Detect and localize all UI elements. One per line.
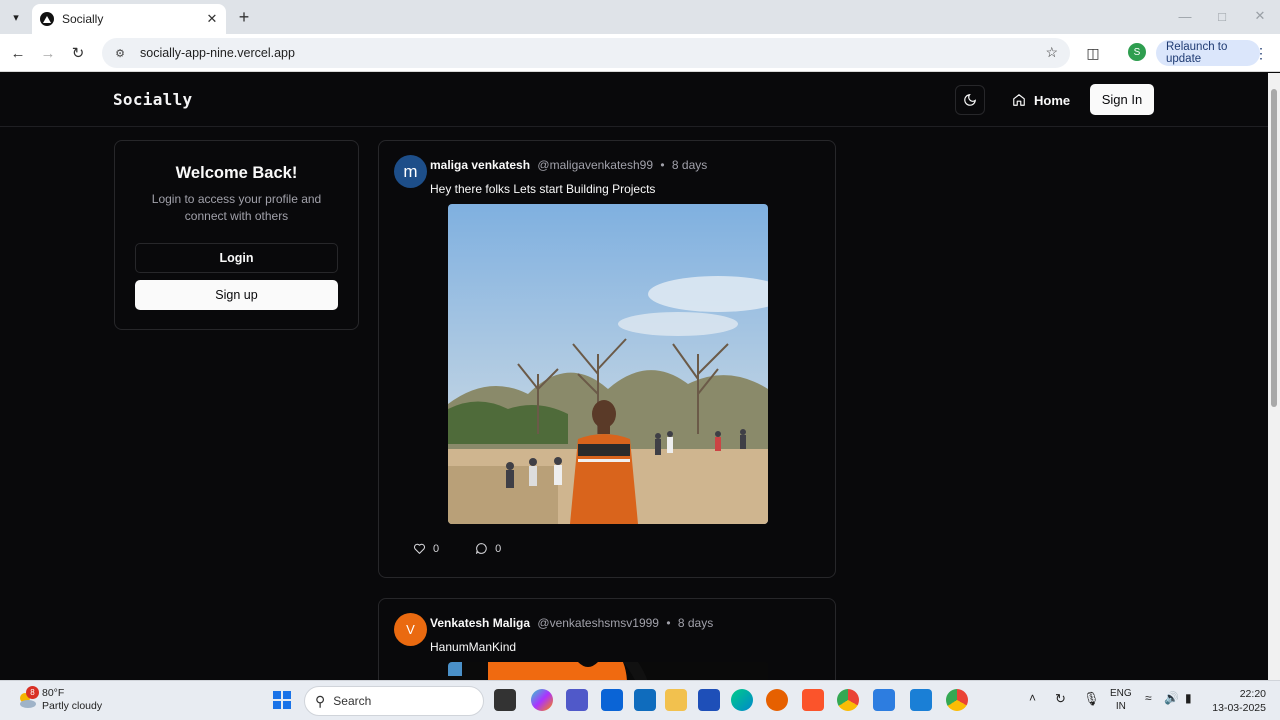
author-handle: @maligavenkatesh99 [537,158,653,172]
post-age: 8 days [677,616,714,630]
welcome-subtitle: Login to access your profile and connect… [151,192,322,223]
reload-icon[interactable]: ↻ [68,43,88,63]
weather-badge: 8 [26,686,39,699]
meta-separator: • [666,616,671,630]
url-text[interactable]: socially-app-nine.vercel.app [140,46,295,60]
l-app-icon[interactable] [698,689,720,711]
comment-button[interactable]: 0 [475,542,501,555]
heart-icon [413,543,426,554]
edge-icon[interactable] [731,689,753,711]
clock[interactable]: 22:20 13-03-2025 [1208,687,1266,715]
tab-search-dropdown-icon[interactable]: ▾ [6,7,26,27]
windows-taskbar: 8 80°F Partly cloudy ⚲ Search ˄ ↻ 🎙 ENG … [0,680,1280,720]
post-content: Hey there folks Lets start Building Proj… [430,182,656,196]
post-actions: 0 0 [413,542,537,555]
chrome-icon[interactable] [837,689,859,711]
browser-toolbar: ← → ↻ ⚙ socially-app-nine.vercel.app ☆ ◫… [0,34,1280,72]
new-tab-icon[interactable]: + [234,7,254,27]
language-indicator[interactable]: ENG IN [1110,687,1132,713]
firefox-icon[interactable] [766,689,788,711]
browser-tab-active[interactable]: Socially ✕ [32,4,226,34]
maximize-icon[interactable]: □ [1207,6,1237,26]
outlook-icon[interactable] [634,689,656,711]
brave-icon[interactable] [802,689,824,711]
login-button[interactable]: Login [135,243,338,273]
back-icon[interactable]: ← [8,43,28,63]
microphone-icon[interactable]: 🎙 [1083,691,1100,707]
clock-time: 22:20 [1239,688,1266,700]
bookmark-star-icon[interactable]: ☆ [1045,44,1058,61]
search-label: Search [333,694,372,708]
snipping-tool-icon[interactable] [873,689,895,711]
teams-icon[interactable] [566,689,588,711]
author-handle: @venkateshsmsv1999 [537,616,659,630]
post-card: m maliga venkatesh @maligavenkatesh99 • … [378,140,836,578]
browser-tabbar: ▾ Socially ✕ + — □ ✕ [0,0,1280,34]
minimize-icon[interactable]: — [1170,6,1200,26]
address-bar[interactable]: ⚙ socially-app-nine.vercel.app ☆ [102,38,1070,68]
weather-icon: 8 [16,686,39,711]
post-image [448,662,768,680]
profile-avatar[interactable]: S [1128,43,1146,61]
welcome-card: Welcome Back! Login to access your profi… [114,140,359,330]
app-navbar: Socially Home Sign In [0,73,1268,127]
post-image [448,204,768,524]
post-card: V Venkatesh Maliga @venkateshsmsv1999 • … [378,598,836,680]
post-age: 8 days [671,158,708,172]
store-icon[interactable] [601,689,623,711]
tab-close-icon[interactable]: ✕ [204,11,220,27]
comment-icon [476,543,487,554]
moon-icon [964,94,976,106]
extensions-icon[interactable]: ◫ [1083,43,1103,63]
weather-desc: Partly cloudy [42,700,103,712]
author-name[interactable]: Venkatesh Maliga [430,616,530,630]
page: Socially Home Sign In Welcome Back! Logi… [0,73,1268,680]
notepad-icon[interactable] [910,689,932,711]
home-label: Home [1034,92,1071,108]
author-name[interactable]: maliga venkatesh [430,158,530,172]
clock-date: 13-03-2025 [1212,702,1266,714]
sign-in-button[interactable]: Sign In [1090,84,1154,115]
weather-temp: 80°F [42,687,65,699]
scrollbar-thumb[interactable] [1271,89,1277,407]
signup-button[interactable]: Sign up [135,280,338,310]
task-view-icon[interactable] [494,689,516,711]
tab-title: Socially [62,12,104,26]
search-icon: ⚲ [315,692,326,709]
author-avatar[interactable]: m [394,155,427,188]
window-close-icon[interactable]: ✕ [1245,6,1275,26]
volume-icon[interactable]: 🔊 [1164,691,1179,705]
start-menu-icon[interactable] [271,689,293,711]
forward-icon[interactable]: → [38,43,58,63]
lang-top: ENG [1110,688,1132,699]
post-meta: maliga venkatesh @maligavenkatesh99 • 8 … [430,158,707,172]
tab-favicon-icon [40,12,54,26]
home-button[interactable]: Home [1004,85,1078,115]
battery-icon[interactable]: ▮ [1185,691,1192,705]
browser-menu-icon[interactable]: ⋮ [1254,43,1268,63]
lang-bottom: IN [1115,701,1126,712]
welcome-title: Welcome Back! [175,164,298,182]
meta-separator: • [660,158,665,172]
author-avatar[interactable]: V [394,613,427,646]
post-meta: Venkatesh Maliga @venkateshsmsv1999 • 8 … [430,616,713,630]
like-button[interactable]: 0 [413,542,439,555]
comment-count: 0 [495,542,502,555]
copilot-icon[interactable] [531,689,553,711]
home-icon [1013,94,1025,106]
wifi-icon[interactable]: ≈ [1145,691,1152,705]
post-content: HanumManKind [430,640,517,654]
site-info-icon[interactable]: ⚙ [112,45,128,61]
brand-logo[interactable]: Socially [113,90,192,109]
theme-toggle-button[interactable] [955,85,985,115]
like-count: 0 [433,542,440,555]
chrome-profile-icon[interactable] [946,689,968,711]
tray-overflow-icon[interactable]: ˄ [1029,691,1036,705]
sync-icon[interactable]: ↻ [1055,691,1066,707]
file-explorer-icon[interactable] [665,689,687,711]
relaunch-button[interactable]: Relaunch to update [1156,40,1260,66]
page-scrollbar[interactable] [1268,73,1280,680]
weather-widget[interactable]: 8 80°F Partly cloudy [16,686,103,713]
taskbar-search[interactable]: ⚲ Search [304,686,484,716]
